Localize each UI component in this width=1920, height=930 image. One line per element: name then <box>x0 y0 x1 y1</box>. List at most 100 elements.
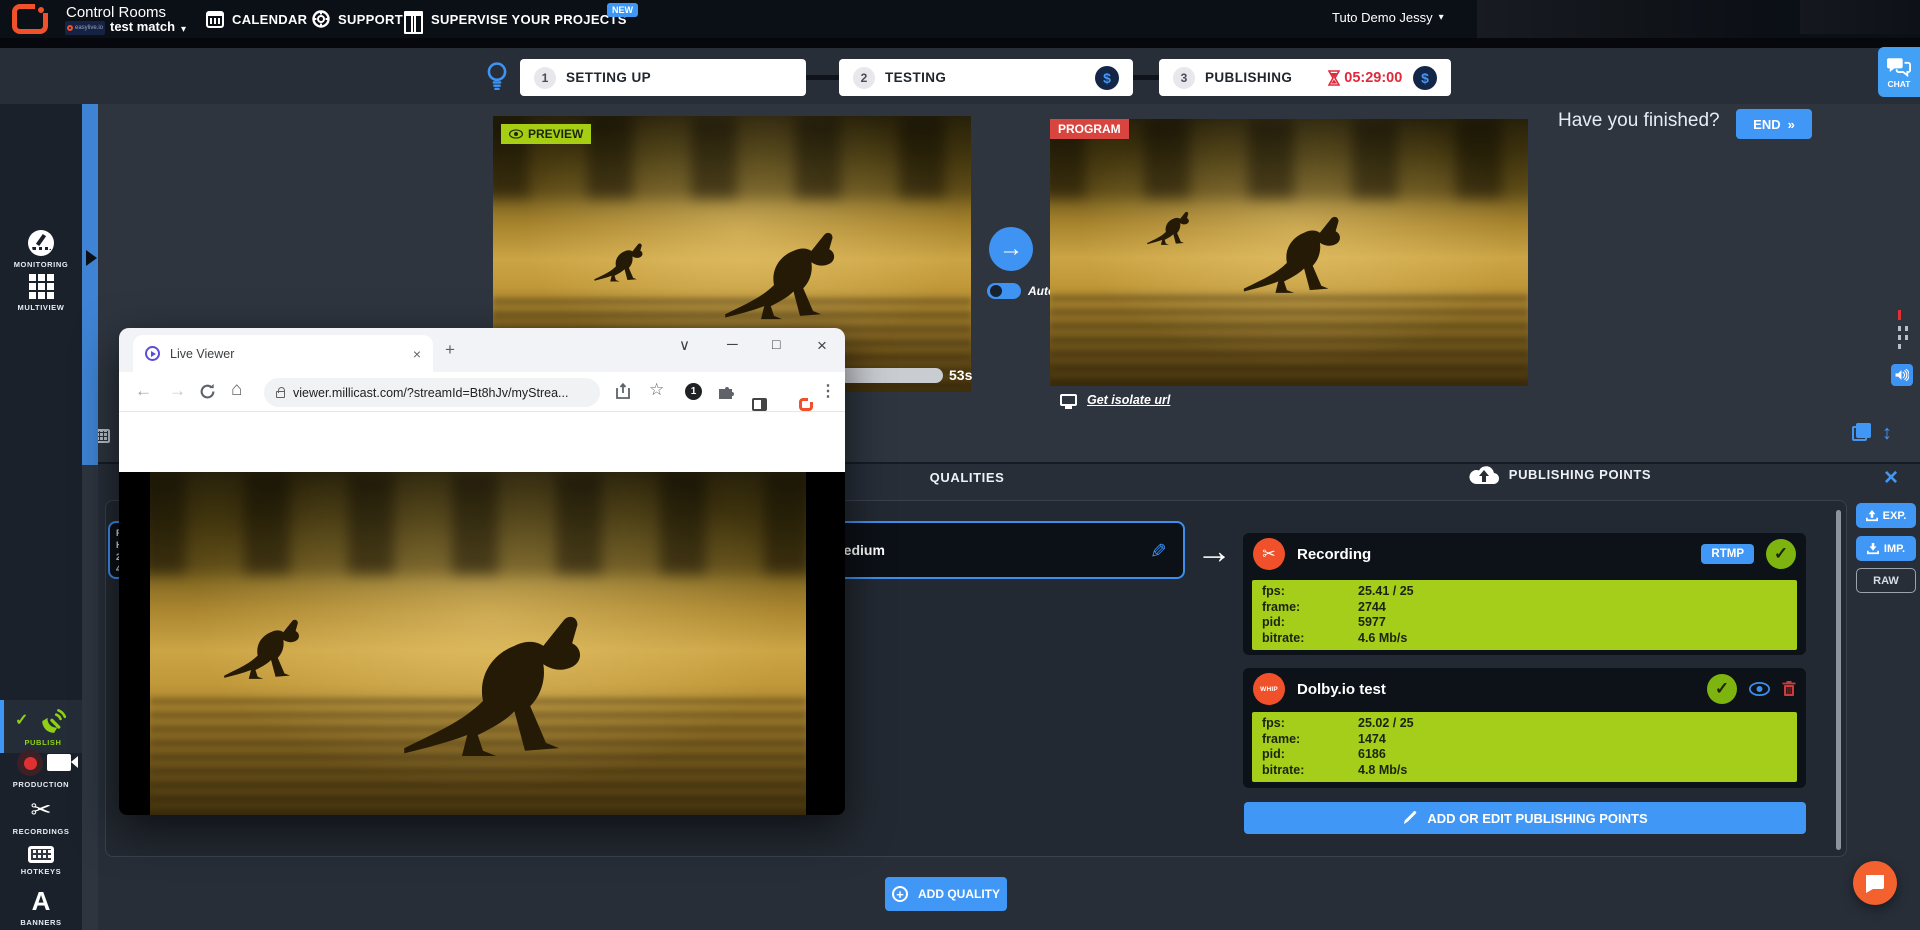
live-viewer-browser-window[interactable]: Live Viewer × + ∨ ─ □ × ← → ⌂ viewer.mil… <box>119 328 845 815</box>
status-check-icon[interactable]: ✓ <box>1707 674 1737 704</box>
bookmark-star-icon[interactable]: ☆ <box>649 380 664 400</box>
topbar-divider <box>0 38 1920 48</box>
profile-badge-icon[interactable]: 1 <box>685 383 702 400</box>
pencil-icon <box>1402 811 1417 826</box>
caret-down-icon[interactable]: ▾ <box>181 24 186 35</box>
edit-quality-pencil-icon[interactable]: ✎ <box>1150 539 1167 564</box>
tips-bulb-icon[interactable] <box>487 62 507 90</box>
get-isolate-url-link[interactable]: Get isolate url <box>1060 393 1170 407</box>
chat-button[interactable]: CHAT <box>1878 47 1920 97</box>
monitor-speaker-button[interactable] <box>1891 364 1913 386</box>
caret-down-icon: ▾ <box>1439 12 1444 23</box>
eye-icon[interactable] <box>1749 682 1770 696</box>
hourglass-icon <box>1328 70 1340 86</box>
transition-button[interactable]: → <box>989 227 1033 271</box>
program-badge: PROGRAM <box>1050 119 1129 139</box>
sidebar-item-production[interactable]: PRODUCTION <box>0 754 82 789</box>
duplicate-icon[interactable] <box>1852 426 1867 441</box>
protocol-badge: RTMP <box>1701 544 1754 564</box>
browser-toolbar: ← → ⌂ viewer.millicast.com/?streamId=Bt8… <box>119 372 845 412</box>
menu-dots-icon[interactable]: ⋮ <box>820 381 836 401</box>
share-icon[interactable] <box>616 383 630 399</box>
step-setting-up[interactable]: 1 SETTING UP <box>520 59 806 96</box>
nav-support[interactable]: SUPPORT <box>312 0 403 38</box>
nav-calendar[interactable]: CALENDAR <box>206 0 307 38</box>
program-monitor: PROGRAM <box>1050 119 1528 386</box>
support-messenger-button[interactable] <box>1853 861 1897 905</box>
reload-icon[interactable] <box>199 383 216 400</box>
window-maximize-icon[interactable]: □ <box>772 336 780 352</box>
audio-meter-tick <box>1905 326 1908 331</box>
side-panel-icon[interactable] <box>752 398 767 411</box>
session-stepper-bar: 1 SETTING UP 2 TESTING $ 3 PUBLISHING 05… <box>0 48 1920 104</box>
sidebar-item-hotkeys[interactable]: HOTKEYS <box>0 846 82 876</box>
browser-viewport <box>119 472 845 815</box>
export-tray-icon <box>1866 510 1878 522</box>
import-button[interactable]: IMP. <box>1856 536 1916 561</box>
step-number: 1 <box>534 67 556 89</box>
forward-icon[interactable]: → <box>169 381 186 401</box>
chat-bubble-icon <box>1864 873 1886 893</box>
sidebar-item-monitoring[interactable]: MONITORING <box>0 230 82 269</box>
step-publishing[interactable]: 3 PUBLISHING 05:29:00 $ <box>1159 59 1451 96</box>
new-tab-icon[interactable]: + <box>445 340 455 360</box>
lock-icon <box>276 391 285 398</box>
home-icon[interactable]: ⌂ <box>231 379 242 401</box>
check-icon: ✓ <box>15 710 28 730</box>
step-number: 2 <box>853 67 875 89</box>
expand-arrow-icon <box>86 250 97 266</box>
back-icon[interactable]: ← <box>135 381 152 401</box>
publishing-points-scrollbar[interactable] <box>1836 510 1841 850</box>
close-tab-icon[interactable]: × <box>413 346 421 362</box>
window-minimize-icon[interactable]: ─ <box>727 336 738 353</box>
publishing-timer: 05:29:00 <box>1328 70 1402 86</box>
url-text: viewer.millicast.com/?streamId=Bt8hJv/my… <box>293 386 568 400</box>
camera-icon <box>47 754 71 771</box>
panel-expander-strip[interactable] <box>82 104 98 465</box>
audio-meter-tick <box>1898 326 1901 331</box>
export-button[interactable]: EXP. <box>1856 503 1916 528</box>
sidebar-item-banners[interactable]: A BANNERS <box>0 888 82 927</box>
status-check-icon[interactable]: ✓ <box>1766 539 1796 569</box>
chat-bubbles-icon <box>1887 56 1911 77</box>
window-chevron-icon[interactable]: ∨ <box>679 336 690 354</box>
easylive-mini-logo-icon <box>67 25 73 31</box>
page-background <box>119 412 845 472</box>
step-connector <box>1133 75 1159 80</box>
resize-vertical-icon[interactable]: ↕ <box>1882 422 1892 445</box>
tab-title: Live Viewer <box>170 347 403 361</box>
whip-protocol-icon: WHIP <box>1253 673 1285 705</box>
sidebar-item-multiview[interactable]: MULTIVIEW <box>0 274 82 312</box>
close-panel-icon[interactable]: × <box>1884 464 1898 492</box>
nav-supervise-projects[interactable]: SUPERVISE YOUR PROJECTS <box>404 0 627 38</box>
trash-icon[interactable] <box>1782 681 1796 697</box>
easylive-logo-icon[interactable] <box>12 4 48 34</box>
multiview-grid-icon <box>29 274 54 299</box>
window-close-icon[interactable]: × <box>817 336 827 356</box>
step-testing[interactable]: 2 TESTING $ <box>839 59 1133 96</box>
plus-circle-icon: + <box>892 886 908 902</box>
speaker-icon <box>1895 369 1909 381</box>
user-menu[interactable]: Tuto Demo Jessy ▾ <box>1332 10 1444 25</box>
calendar-icon <box>206 11 224 28</box>
sidebar-item-publish[interactable]: ✓ PUBLISH <box>0 700 82 753</box>
auto-transition-toggle[interactable] <box>987 283 1021 299</box>
browser-tab[interactable]: Live Viewer × <box>133 335 433 372</box>
publishing-point-dolby: WHIP Dolby.io test ✓ fps:25.02 / 25 fram… <box>1243 668 1806 788</box>
project-name: test match <box>110 19 175 34</box>
raw-button[interactable]: RAW <box>1856 568 1916 593</box>
support-lifebuoy-icon <box>312 10 330 28</box>
live-viewer-video[interactable] <box>150 472 806 815</box>
add-quality-button[interactable]: + ADD QUALITY <box>885 877 1007 911</box>
browser-titlebar[interactable]: Live Viewer × + ∨ ─ □ × <box>119 328 845 372</box>
easylive-extension-icon[interactable] <box>799 398 813 411</box>
address-bar[interactable]: viewer.millicast.com/?streamId=Bt8hJv/my… <box>264 378 600 407</box>
extensions-puzzle-icon[interactable] <box>719 384 735 400</box>
qualities-title: QUALITIES <box>857 470 1077 485</box>
kangaroo-silhouette <box>1241 194 1384 297</box>
import-tray-icon <box>1867 543 1879 555</box>
paid-step-icon: $ <box>1413 66 1437 90</box>
sidebar-item-recordings[interactable]: ✂ RECORDINGS <box>0 798 82 836</box>
end-button[interactable]: END » <box>1736 109 1812 139</box>
add-edit-publishing-points-button[interactable]: ADD OR EDIT PUBLISHING POINTS <box>1244 802 1806 834</box>
